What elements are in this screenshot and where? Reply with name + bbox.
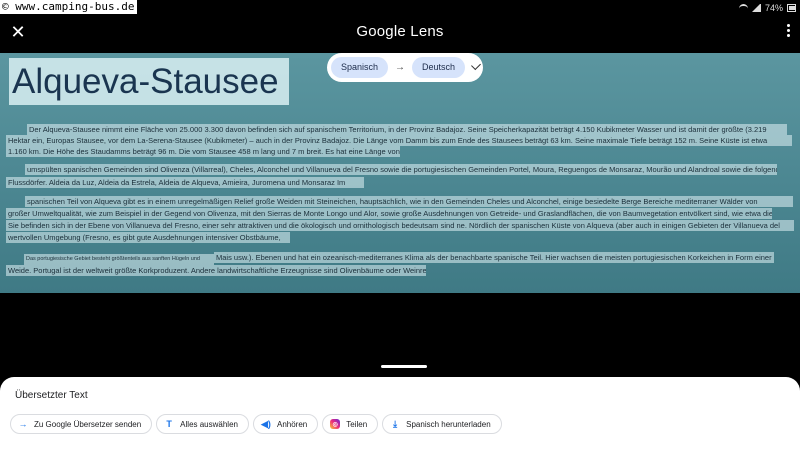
chevron-down-icon[interactable] (471, 59, 481, 70)
text-line[interactable]: Weide. Portugal ist der weltweit größte … (6, 265, 426, 276)
action-chips: → Zu Google Übersetzer senden T Alles au… (10, 414, 502, 434)
page-title: Google Lens (356, 23, 444, 40)
chip-label: Zu Google Übersetzer senden (34, 419, 142, 429)
image-heading[interactable]: Alqueva-Stausee (9, 58, 289, 105)
image-heading-text: Alqueva-Stausee (12, 62, 279, 101)
select-all-button[interactable]: T Alles auswählen (156, 414, 249, 434)
text-line[interactable]: Mais usw.). Ebenen und hat ein ozeanisch… (214, 252, 774, 263)
battery-level: 74% (764, 3, 783, 13)
sheet-drag-handle[interactable] (381, 365, 427, 368)
chip-label: Teilen (346, 419, 368, 429)
chip-label: Spanisch herunterladen (406, 419, 491, 429)
bottom-sheet: Übersetzter Text → Zu Google Übersetzer … (0, 377, 800, 450)
wifi-icon (738, 4, 748, 12)
arrow-right-icon: → (395, 62, 406, 73)
download-icon: ⤓ (393, 418, 398, 429)
chip-label: Anhören (276, 419, 308, 429)
battery-icon (787, 4, 796, 12)
text-line[interactable]: Flussdörfer. Aldeia da Luz, Aldeia da Es… (6, 177, 364, 188)
lens-screen: © www.camping-bus.de 74% ✕ Google Lens A… (0, 0, 800, 450)
sheet-title: Übersetzter Text (15, 390, 88, 401)
arrow-right-icon: → (18, 419, 28, 429)
text-line[interactable]: umspülten spanischen Gemeinden sind Oliv… (25, 164, 777, 175)
text-line[interactable]: Das portugiesische Gebiet besteht größte… (24, 254, 214, 265)
instagram-icon: ◎ (330, 419, 341, 429)
speaker-icon: ◀) (261, 418, 271, 429)
source-language-chip[interactable]: Spanisch (331, 57, 389, 78)
share-button[interactable]: ◎ Teilen (322, 414, 379, 434)
send-to-translate-button[interactable]: → Zu Google Übersetzer senden (10, 414, 153, 434)
text-line[interactable]: Sie befinden sich in der Ebene von Villa… (6, 220, 794, 231)
text-line[interactable]: 1.160 km. Die Höhe des Staudamms beträgt… (6, 146, 400, 157)
status-bar: 74% (738, 2, 796, 14)
chip-label: Alles auswählen (180, 419, 238, 429)
text-line[interactable]: großer Umweltqualität, wie zum Beispiel … (6, 208, 772, 219)
listen-button[interactable]: ◀) Anhören (252, 414, 319, 434)
more-vert-icon[interactable] (780, 22, 796, 42)
text-line[interactable]: spanischen Teil von Alqueva gibt es in e… (25, 196, 793, 207)
text-line[interactable]: Der Alqueva-Stausee nimmt eine Fläche vo… (27, 124, 787, 135)
text-line[interactable]: Hektar ein, Europas Stausee, vor dem La-… (6, 135, 792, 146)
text-line[interactable]: wertvollen Umgebung (Fresno, es gibt gut… (6, 232, 290, 243)
text-select-icon: T (166, 419, 172, 429)
signal-icon (751, 4, 761, 12)
target-language-chip[interactable]: Deutsch (412, 57, 466, 78)
watermark: © www.camping-bus.de (0, 0, 138, 14)
language-selector[interactable]: Spanisch → Deutsch (327, 53, 483, 82)
download-language-button[interactable]: ⤓ Spanisch herunterladen (382, 414, 502, 434)
translated-image[interactable]: Alqueva-Stausee Der Alqueva-Stausee nimm… (0, 53, 800, 293)
